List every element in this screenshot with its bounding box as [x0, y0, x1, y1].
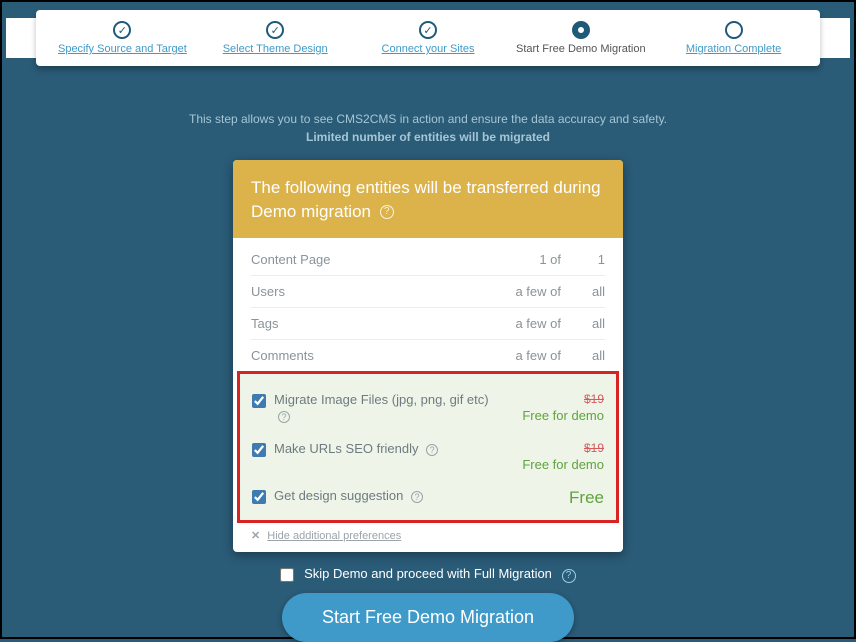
entity-row: Users a few of all: [251, 276, 605, 308]
entity-name: Comments: [251, 348, 495, 363]
option-checkbox[interactable]: [252, 490, 266, 504]
option-label: Make URLs SEO friendly ?: [274, 441, 508, 458]
active-step-icon: [572, 21, 590, 39]
option-seo-urls: Make URLs SEO friendly ? $19 Free for de…: [252, 431, 604, 478]
help-icon[interactable]: ?: [562, 569, 576, 583]
entity-name: Content Page: [251, 252, 495, 267]
help-icon[interactable]: ?: [380, 205, 394, 219]
option-label: Migrate Image Files (jpg, png, gif etc) …: [274, 392, 508, 426]
strike-price: $19: [508, 392, 604, 406]
option-price: $19 Free for demo: [508, 441, 604, 472]
entity-total: 1: [565, 252, 605, 267]
option-price: Free: [508, 488, 604, 508]
skip-demo-label: Skip Demo and proceed with Full Migratio…: [304, 566, 552, 581]
step-label[interactable]: Connect your Sites: [382, 43, 475, 55]
option-price: $19 Free for demo: [508, 392, 604, 423]
close-icon: ✕: [251, 530, 260, 542]
entity-name: Users: [251, 284, 495, 299]
entity-row: Comments a few of all: [251, 340, 605, 371]
check-icon: [266, 21, 284, 39]
panel-title: The following entities will be transferr…: [251, 178, 601, 221]
panel-header: The following entities will be transferr…: [233, 160, 623, 238]
start-demo-button[interactable]: Start Free Demo Migration: [282, 593, 574, 642]
intro-line1: This step allows you to see CMS2CMS in a…: [2, 110, 854, 128]
hide-pref-text[interactable]: Hide additional preferences: [267, 530, 401, 542]
step-label[interactable]: Select Theme Design: [223, 43, 328, 55]
entity-count: a few of: [495, 284, 565, 299]
step-migration-complete: Migration Complete: [657, 21, 810, 55]
free-label: Free: [569, 488, 604, 507]
skip-demo-row: Skip Demo and proceed with Full Migratio…: [2, 566, 854, 583]
step-label: Start Free Demo Migration: [516, 43, 646, 55]
help-icon[interactable]: ?: [426, 444, 438, 456]
option-checkbox[interactable]: [252, 394, 266, 408]
intro-text: This step allows you to see CMS2CMS in a…: [2, 110, 854, 146]
free-label: Free for demo: [522, 457, 604, 472]
step-bar: Specify Source and Target Select Theme D…: [36, 10, 820, 66]
progress-stepper: Specify Source and Target Select Theme D…: [2, 10, 854, 74]
step-specify-source[interactable]: Specify Source and Target: [46, 21, 199, 55]
skip-demo-checkbox[interactable]: [280, 568, 294, 582]
step-label[interactable]: Specify Source and Target: [58, 43, 187, 55]
help-icon[interactable]: ?: [278, 411, 290, 423]
step-connect-sites[interactable]: Connect your Sites: [352, 21, 505, 55]
help-icon[interactable]: ?: [411, 491, 423, 503]
step-select-theme[interactable]: Select Theme Design: [199, 21, 352, 55]
additional-options: Migrate Image Files (jpg, png, gif etc) …: [237, 371, 619, 524]
hide-preferences-link[interactable]: ✕ Hide additional preferences: [233, 523, 623, 552]
free-label: Free for demo: [522, 408, 604, 423]
option-migrate-images: Migrate Image Files (jpg, png, gif etc) …: [252, 382, 604, 432]
step-start-demo: Start Free Demo Migration: [504, 21, 657, 55]
entity-total: all: [565, 284, 605, 299]
pending-step-icon: [725, 21, 743, 39]
option-label: Get design suggestion ?: [274, 488, 508, 505]
entity-row: Content Page 1 of 1: [251, 244, 605, 276]
entity-name: Tags: [251, 316, 495, 331]
entity-row: Tags a few of all: [251, 308, 605, 340]
entity-total: all: [565, 348, 605, 363]
entities-list: Content Page 1 of 1 Users a few of all T…: [233, 238, 623, 371]
intro-line2: Limited number of entities will be migra…: [2, 128, 854, 146]
entity-total: all: [565, 316, 605, 331]
option-design-suggestion: Get design suggestion ? Free: [252, 478, 604, 514]
option-checkbox[interactable]: [252, 443, 266, 457]
entity-count: 1 of: [495, 252, 565, 267]
strike-price: $19: [508, 441, 604, 455]
entity-count: a few of: [495, 348, 565, 363]
check-icon: [113, 21, 131, 39]
check-icon: [419, 21, 437, 39]
step-label[interactable]: Migration Complete: [686, 43, 781, 55]
entity-count: a few of: [495, 316, 565, 331]
demo-panel: The following entities will be transferr…: [233, 160, 623, 552]
